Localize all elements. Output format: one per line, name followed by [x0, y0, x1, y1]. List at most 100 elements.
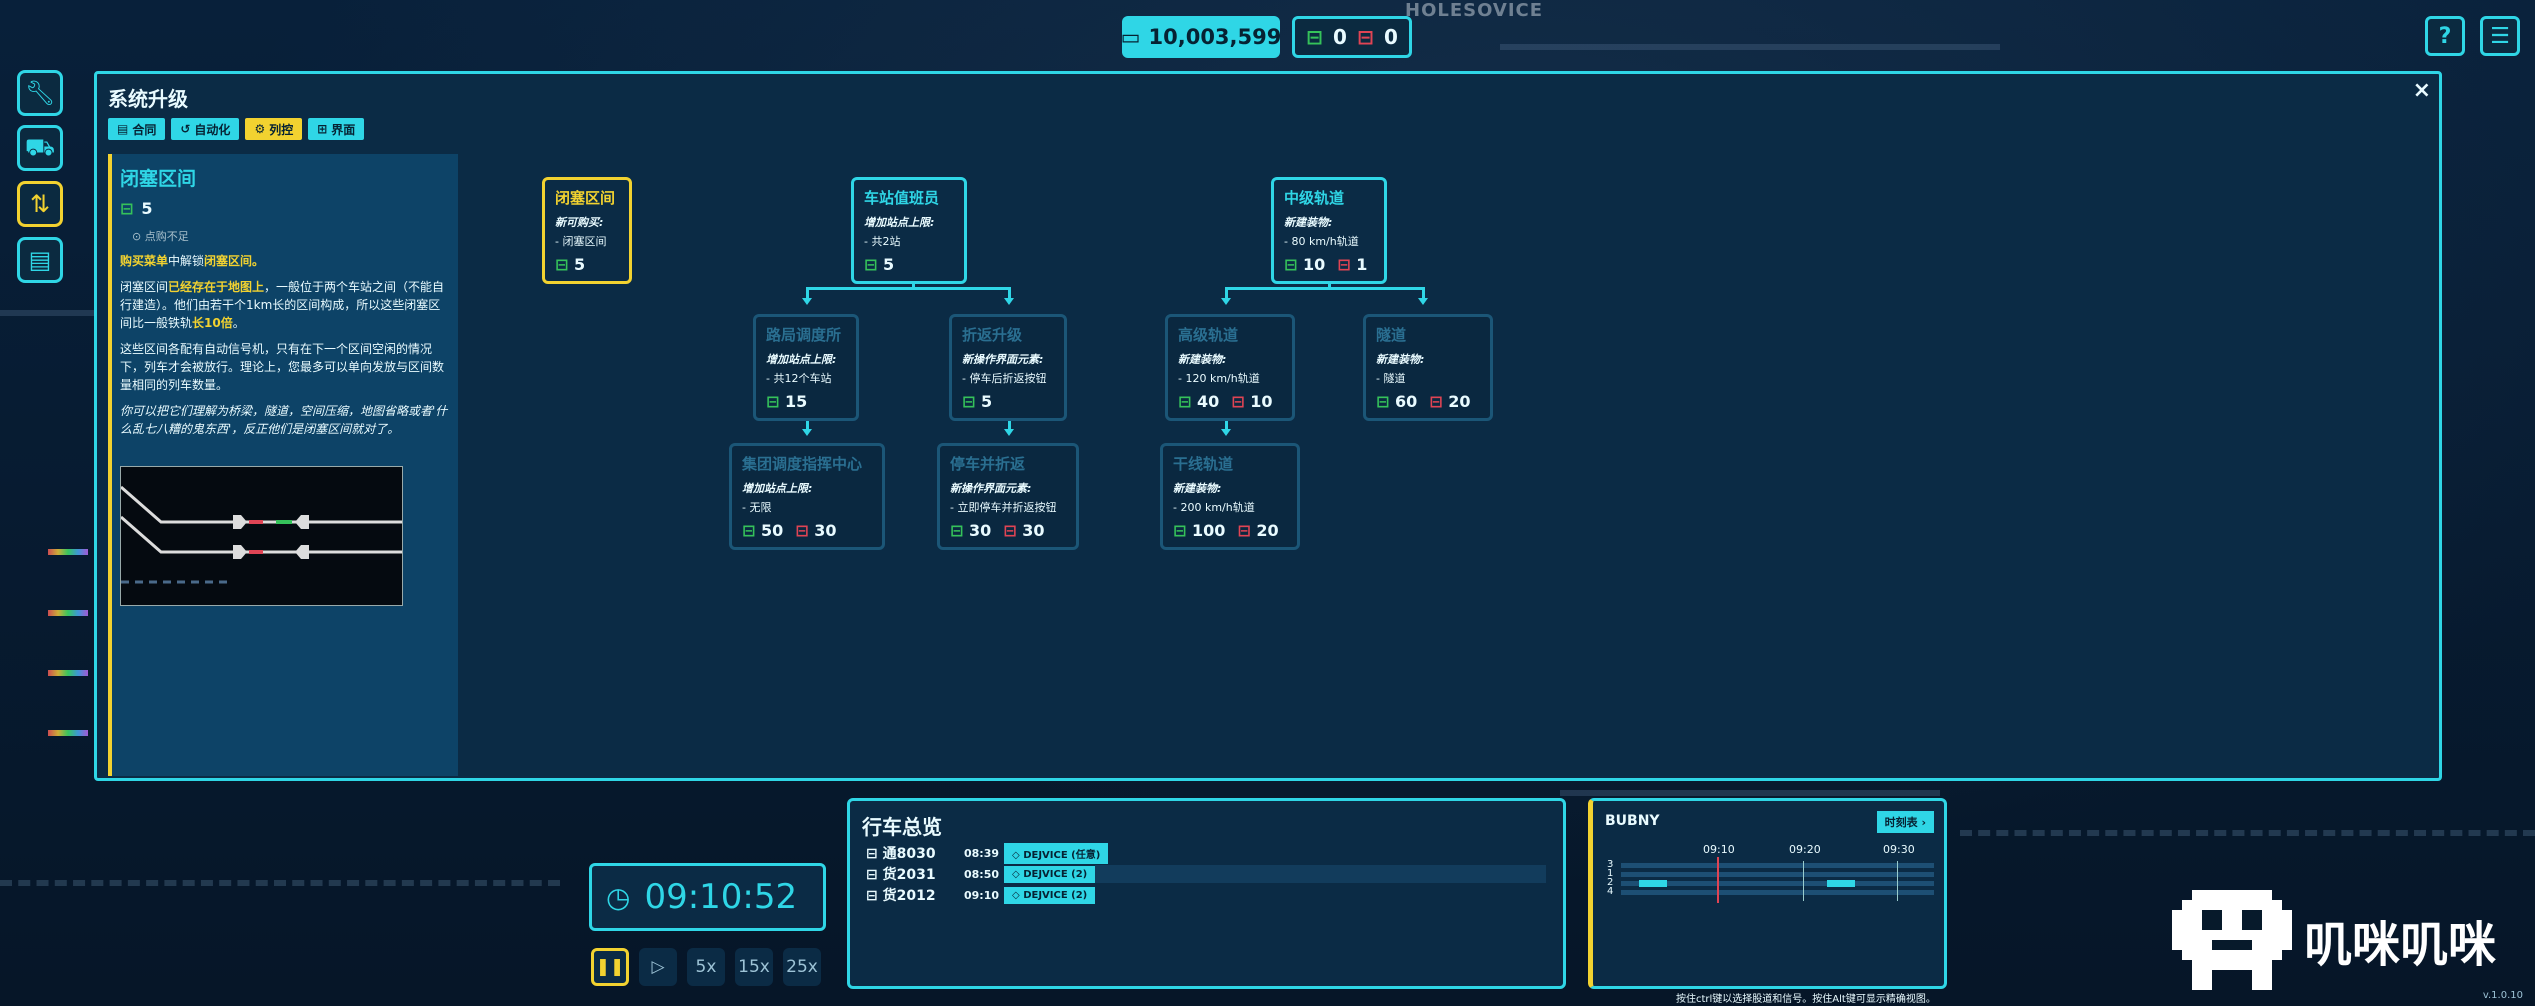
green-train-icon: ⊟ — [766, 392, 780, 411]
speed-15x-button[interactable]: 15x — [735, 948, 773, 986]
menu-button[interactable]: ☰ — [2480, 16, 2520, 56]
tree-arrow — [1221, 298, 1231, 305]
node-detail: - 120 km/h轨道 — [1178, 372, 1260, 385]
node-subtitle: 新建装物: — [1284, 216, 1333, 229]
green-cost: 5 — [882, 255, 895, 274]
red-cost: 1 — [1356, 255, 1368, 274]
upgrade-node-mainline-track[interactable]: 干线轨道 新建装物: - 200 km/h轨道 ⊟ 100 ⊟ 20 — [1160, 443, 1300, 550]
map-track — [0, 310, 94, 316]
node-subtitle: 新建装物: — [1178, 353, 1227, 366]
signal-marker — [48, 730, 88, 736]
upgrade-node-dispatch-center[interactable]: 集团调度指挥中心 增加站点上限: - 无限 ⊟ 50 ⊟ 30 — [729, 443, 885, 550]
close-icon[interactable]: × — [2413, 78, 2431, 103]
tab-train-control[interactable]: ⚙ 列控 — [245, 118, 303, 140]
upgrade-node-reverse-upgrade[interactable]: 折返升级 新操作界面元素: - 停车后折返按钮 ⊟ 5 — [949, 314, 1067, 421]
green-train-icon: ⊟ — [962, 392, 976, 411]
list-menu-icon: ☰ — [2490, 23, 2510, 49]
upgrade-node-block-section[interactable]: 闭塞区间 新可购买: - 闭塞区间 ⊟ 5 — [542, 177, 632, 284]
train-name-label: 货2031 — [882, 867, 936, 883]
green-train-icon: ⊟ — [742, 521, 756, 540]
gears-icon: ⚙ — [254, 122, 266, 136]
tree-arrow — [1418, 298, 1428, 305]
highlight-text: 购买菜单 — [120, 254, 169, 268]
node-cost: ⊟ 15 — [766, 392, 846, 411]
highlight-text: 已经存在于地图上 — [168, 280, 265, 294]
highlight-text: 闭塞区间。 — [204, 254, 265, 268]
play-icon: ▷ — [651, 957, 665, 977]
occupancy-block — [1827, 880, 1855, 887]
green-cost: 30 — [968, 521, 992, 540]
train-row[interactable]: ⊟ 货2031 08:50 ◇ DEJVICE (2) — [866, 864, 1546, 884]
tab-contracts[interactable]: ▤ 合同 — [108, 118, 166, 140]
platform-track — [1621, 881, 1934, 886]
signal-marker — [48, 670, 88, 676]
node-subtitle: 增加站点上限: — [742, 482, 813, 495]
overview-title: 行车总览 — [862, 815, 942, 839]
panel-title: 系统升级 — [108, 87, 188, 111]
wrench-icon: 🔧︎ — [24, 79, 56, 107]
node-detail: - 80 km/h轨道 — [1284, 235, 1359, 248]
tab-label: 界面 — [331, 122, 356, 137]
green-cost: 40 — [1196, 392, 1220, 411]
book-icon: ▤ — [28, 246, 52, 274]
upgrade-button[interactable]: ⇅ — [17, 181, 63, 227]
node-cost: ⊟ 5 — [555, 255, 619, 274]
body-text: 中解锁 — [168, 254, 205, 268]
money-value: 10,003,599 — [1148, 25, 1282, 49]
map-track-dashed — [1960, 830, 2535, 836]
green-cost: 15 — [784, 392, 808, 411]
clock-time: 09:10:52 — [644, 877, 798, 917]
cart-icon: ⛟ — [24, 132, 56, 161]
book-button[interactable]: ▤ — [17, 237, 63, 283]
node-cost: ⊟ 50 ⊟ 30 — [742, 521, 872, 540]
green-train-icon: ⊟ — [1376, 392, 1390, 411]
tab-interface[interactable]: ⊞ 界面 — [308, 118, 365, 140]
watermark-logo — [2172, 890, 2292, 990]
upgrade-node-station-attendant[interactable]: 车站值班员 增加站点上限: - 共2站 ⊟ 5 — [851, 177, 967, 284]
train-time: 08:50 — [964, 867, 1000, 881]
node-subtitle: 新操作界面元素: — [950, 482, 1032, 495]
train-destination: ◇ DEJVICE (2) — [1004, 865, 1096, 883]
upgrade-node-medium-track[interactable]: 中级轨道 新建装物: - 80 km/h轨道 ⊟ 10 ⊟ 1 — [1271, 177, 1387, 284]
play-button[interactable]: ▷ — [639, 948, 677, 986]
tree-arrow — [802, 429, 812, 436]
green-cost: 60 — [1394, 392, 1418, 411]
node-cost: ⊟ 5 — [864, 255, 954, 274]
signal-marker — [48, 549, 88, 555]
node-title: 干线轨道 — [1173, 455, 1234, 473]
upgrade-node-tunnel[interactable]: 隧道 新建装物: - 隧道 ⊟ 60 ⊟ 20 — [1363, 314, 1493, 421]
upgrade-node-advanced-track[interactable]: 高级轨道 新建装物: - 120 km/h轨道 ⊟ 40 ⊟ 10 — [1165, 314, 1295, 421]
speed-25x-button[interactable]: 25x — [783, 948, 821, 986]
tree-arrow — [1004, 429, 1014, 436]
time-tick: 09:20 — [1789, 843, 1821, 856]
pause-button[interactable]: ❚❚ — [591, 948, 629, 986]
upgrade-node-stop-and-reverse[interactable]: 停车并折返 新操作界面元素: - 立即停车并折返按钮 ⊟ 30 ⊟ 30 — [937, 443, 1079, 550]
node-subtitle: 新可购买: — [555, 216, 604, 229]
red-train-icon: ⊟ — [1429, 392, 1443, 411]
help-button[interactable]: ? — [2425, 16, 2465, 56]
red-train-icon: ⊟ — [1357, 25, 1374, 49]
wrench-tool-button[interactable]: 🔧︎ — [17, 70, 63, 116]
clock-icon: ◷ — [606, 880, 631, 914]
document-icon: ▤ — [117, 122, 129, 136]
shop-button[interactable]: ⛟ — [17, 125, 63, 171]
detail-cost: ⊟ 5 — [120, 199, 450, 218]
node-detail: - 隧道 — [1376, 372, 1406, 385]
upgrade-tabs: ▤ 合同 ↺ 自动化 ⚙ 列控 ⊞ 界面 — [108, 118, 365, 140]
tab-automation[interactable]: ↺ 自动化 — [171, 118, 240, 140]
node-detail: - 无限 — [742, 501, 772, 514]
platform-track — [1621, 872, 1934, 877]
node-cost: ⊟ 60 ⊟ 20 — [1376, 392, 1480, 411]
system-upgrade-panel: 系统升级 × ▤ 合同 ↺ 自动化 ⚙ 列控 ⊞ 界面 闭塞区间 ⊟ 5 ⊙ 点购不足 … — [94, 71, 2442, 781]
speed-5x-button[interactable]: 5x — [687, 948, 725, 986]
green-cost: 100 — [1191, 521, 1226, 540]
train-row[interactable]: ⊟ 通8030 08:39 ◇ DEJVICE (任意) — [866, 842, 1546, 864]
tree-connector — [806, 287, 1011, 290]
row-filler — [1095, 886, 1546, 904]
node-detail: - 共12个车站 — [766, 372, 832, 385]
platform-track — [1621, 863, 1934, 868]
timetable-button[interactable]: 时刻表 › — [1876, 811, 1934, 833]
train-row[interactable]: ⊟ 货2012 09:10 ◇ DEJVICE (2) — [866, 885, 1546, 905]
upgrade-node-railway-bureau[interactable]: 路局调度所 增加站点上限: - 共12个车站 ⊟ 15 — [753, 314, 859, 421]
green-train-icon: ⊟ — [1284, 255, 1298, 274]
